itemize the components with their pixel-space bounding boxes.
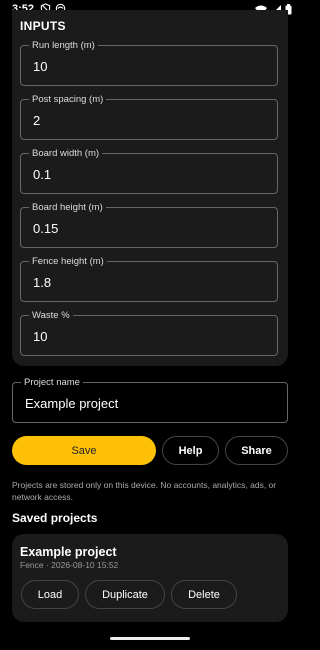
saved-projects-heading: Saved projects (12, 511, 98, 525)
board-height-label: Board height (m) (29, 202, 106, 213)
run-length-value: 10 (33, 59, 48, 74)
run-length-field[interactable]: Run length (m) 10 (20, 40, 278, 86)
save-button[interactable]: Save (12, 436, 156, 465)
board-width-value: 0.1 (33, 167, 52, 182)
project-name-label: Project name (21, 377, 83, 388)
post-spacing-value: 2 (33, 113, 41, 128)
project-name-value: Example project (25, 396, 119, 411)
board-height-field[interactable]: Board height (m) 0.15 (20, 202, 278, 248)
saved-project-name: Example project (20, 545, 117, 559)
fence-height-field[interactable]: Fence height (m) 1.8 (20, 256, 278, 302)
post-spacing-label: Post spacing (m) (29, 94, 107, 105)
duplicate-button[interactable]: Duplicate (85, 580, 165, 609)
load-button[interactable]: Load (21, 580, 79, 609)
run-length-label: Run length (m) (29, 40, 98, 51)
fence-height-label: Fence height (m) (29, 256, 107, 267)
post-spacing-field[interactable]: Post spacing (m) 2 (20, 94, 278, 140)
waste-percent-value: 10 (33, 329, 48, 344)
saved-project-meta: Fence · 2026-08-10 15:52 (20, 560, 119, 570)
project-name-field[interactable]: Project name Example project (12, 377, 288, 423)
board-width-label: Board width (m) (29, 148, 103, 159)
inputs-card: INPUTS Run length (m) 10 Post spacing (m… (12, 10, 288, 366)
inputs-title: INPUTS (20, 19, 66, 33)
delete-button[interactable]: Delete (171, 580, 237, 609)
privacy-note: Projects are stored only on this device.… (12, 480, 277, 502)
waste-percent-field[interactable]: Waste % 10 (20, 310, 278, 356)
share-button[interactable]: Share (225, 436, 288, 465)
help-button[interactable]: Help (162, 436, 219, 465)
waste-percent-label: Waste % (29, 310, 73, 321)
board-height-value: 0.15 (33, 221, 59, 236)
board-width-field[interactable]: Board width (m) 0.1 (20, 148, 278, 194)
home-indicator[interactable] (110, 637, 190, 640)
saved-project-card: Example project Fence · 2026-08-10 15:52… (12, 534, 288, 622)
fence-height-value: 1.8 (33, 275, 52, 290)
